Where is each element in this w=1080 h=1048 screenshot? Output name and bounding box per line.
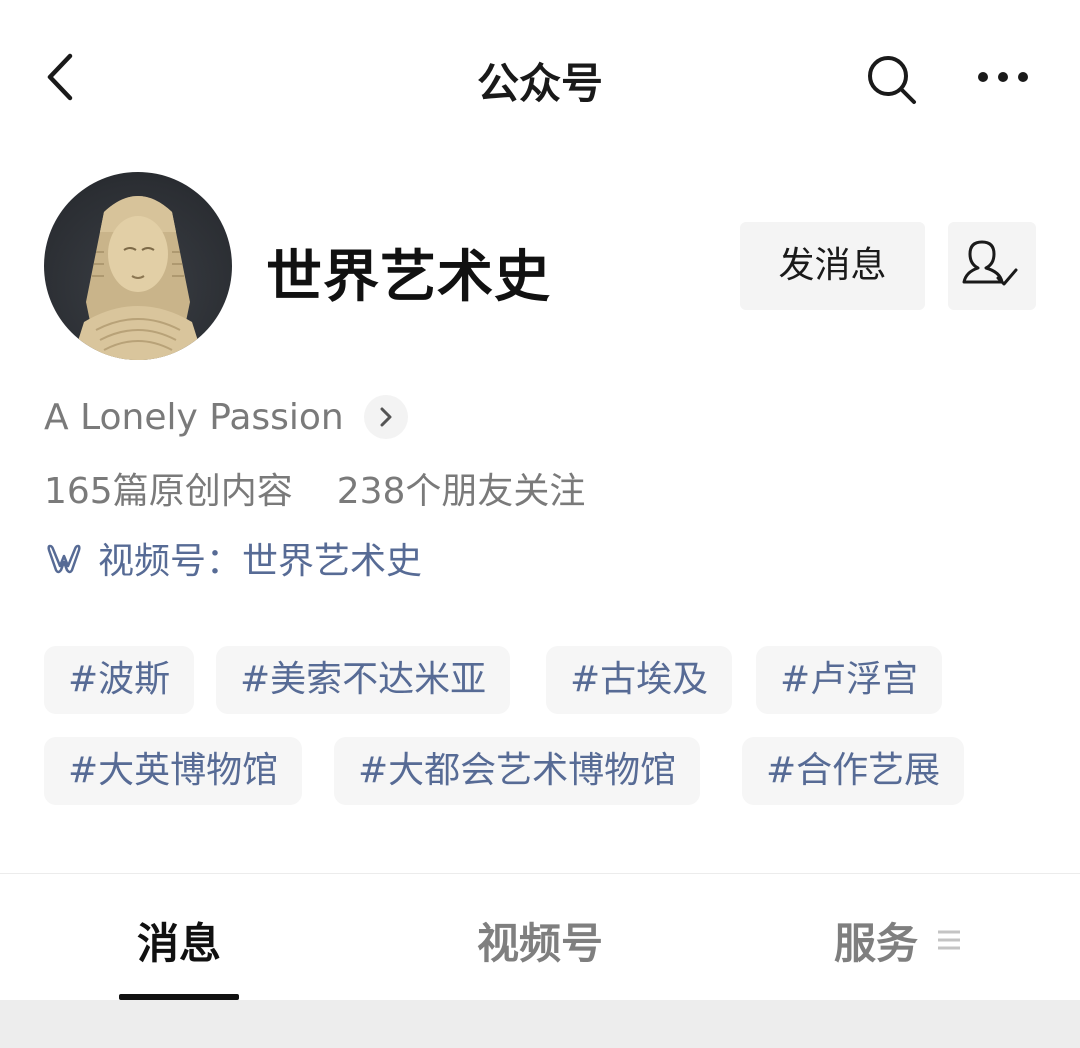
- divider: [0, 873, 1080, 874]
- tag-item[interactable]: #古埃及: [546, 646, 733, 714]
- friends-following-count: 238个朋友关注: [336, 471, 586, 512]
- account-name: 世界艺术史: [266, 245, 551, 310]
- account-stats: 165篇原创内容 238个朋友关注: [44, 462, 585, 514]
- tab-video-channel[interactable]: 视频号: [440, 910, 640, 970]
- intro-expand-button[interactable]: [363, 395, 408, 439]
- original-articles-count: 165篇原创内容: [44, 471, 293, 512]
- account-intro: A Lonely Passion: [44, 396, 344, 438]
- tag-item[interactable]: #美索不达米亚: [216, 646, 511, 714]
- tab-messages[interactable]: 消息: [119, 910, 239, 970]
- video-channel-icon: [47, 544, 81, 574]
- intro-row[interactable]: A Lonely Passion: [44, 392, 408, 442]
- tab-services[interactable]: 服务: [820, 910, 980, 970]
- tag-item[interactable]: #波斯: [44, 646, 195, 714]
- follow-button[interactable]: [948, 222, 1036, 310]
- tag-item[interactable]: #卢浮宫: [756, 646, 943, 714]
- tag-item[interactable]: #大都会艺术博物馆: [334, 737, 701, 805]
- content-area: [0, 1000, 1080, 1048]
- chevron-right-icon: [380, 407, 392, 427]
- video-channel-link[interactable]: 视频号：世界艺术史: [44, 532, 422, 584]
- menu-icon: [938, 930, 961, 950]
- tag-item[interactable]: #合作艺展: [742, 737, 965, 805]
- avatar[interactable]: [44, 172, 232, 360]
- tab-services-label: 服务: [834, 918, 919, 968]
- more-button[interactable]: [976, 60, 1030, 94]
- page-title: 公众号: [476, 59, 603, 108]
- video-channel-text: 视频号：世界艺术史: [98, 541, 423, 582]
- user-check-icon: [962, 240, 1018, 286]
- pharaoh-statue-image: [72, 196, 204, 360]
- search-icon: [868, 56, 916, 104]
- more-horizontal-icon: [978, 72, 1028, 82]
- search-button[interactable]: [866, 54, 918, 106]
- tag-item[interactable]: #大英博物馆: [44, 737, 303, 805]
- send-message-button[interactable]: 发消息: [740, 222, 925, 310]
